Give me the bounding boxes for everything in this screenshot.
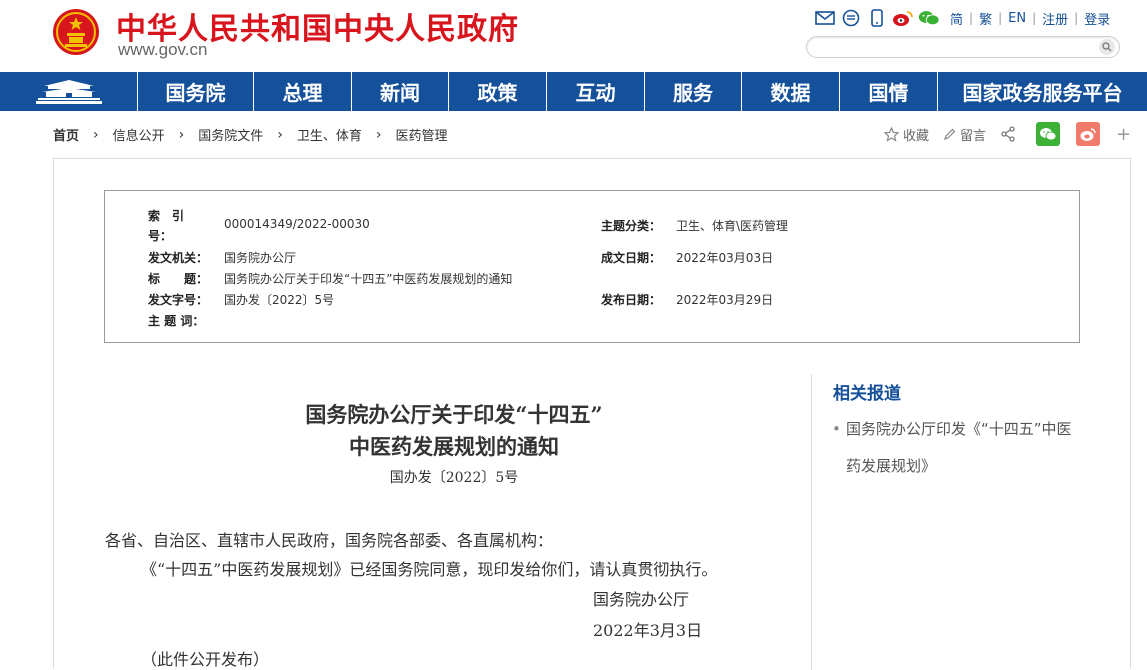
comment-label: 留言	[960, 128, 987, 144]
lang-english-link[interactable]: EN	[1002, 11, 1032, 26]
meta-subject-value: 卫生、体育\医药管理	[676, 219, 789, 233]
wechat-icon[interactable]	[918, 9, 940, 27]
article-doc-number: 国办发〔2022〕5号	[389, 470, 519, 486]
search-icon[interactable]	[1099, 39, 1115, 55]
favorite-button[interactable]: 收藏	[884, 125, 929, 144]
meta-title-label: 标 题：	[148, 272, 209, 286]
lang-traditional-link[interactable]: 繁	[973, 9, 998, 28]
main-nav: 国务院 总理 新闻 政策 互动 服务 数据 国情 国家政务服务平台	[0, 72, 1147, 111]
article-title-line1: 国务院办公厅关于印发“十四五”	[305, 402, 603, 427]
meta-issuer-label: 发文机关：	[148, 251, 209, 265]
share-wechat-icon[interactable]	[1036, 122, 1061, 146]
related-report-link[interactable]: • 国务院办公厅印发《“十四五”中医药发展规划》	[832, 411, 1072, 485]
meta-title-value: 国务院办公厅关于印发“十四五”中医药发展规划的通知	[224, 272, 513, 286]
meta-date-written-value: 2022年03月03日	[676, 251, 774, 265]
breadcrumb-health-sports[interactable]: 卫生、体育	[297, 125, 362, 144]
nav-item-state-council[interactable]: 国务院	[138, 72, 254, 111]
article-title-line2: 中医药发展规划的通知	[349, 434, 559, 459]
nav-item-interaction[interactable]: 互动	[547, 72, 645, 111]
mail-icon[interactable]	[814, 9, 836, 27]
site-header: 中华人民共和国中央人民政府 www.gov.cn 简 | 繁 | EN | 注册…	[0, 0, 1147, 72]
meta-subject-label: 主题分类：	[601, 219, 662, 233]
share-weibo-icon[interactable]	[1076, 122, 1101, 146]
meta-index-value: 000014349/2022-00030	[224, 217, 370, 231]
column-divider	[811, 374, 812, 670]
breadcrumb-info-disclosure[interactable]: 信息公开	[113, 125, 165, 144]
article-publication-note: （此件公开发布）	[141, 650, 270, 669]
chevron-right-icon: ›	[93, 126, 99, 143]
article-paragraph: 《“十四五”中医药发展规划》已经国务院同意，现印发给你们，请认真贯彻执行。	[141, 560, 718, 579]
breadcrumb-home[interactable]: 首页	[53, 125, 79, 144]
message-icon[interactable]	[840, 9, 862, 27]
nav-item-premier[interactable]: 总理	[254, 72, 352, 111]
top-links: 简 | 繁 | EN | 注册 | 登录	[814, 8, 1116, 28]
meta-index-label: 索 引	[148, 209, 185, 223]
share-icon[interactable]	[1000, 126, 1020, 142]
breadcrumb-state-council-docs[interactable]: 国务院文件	[198, 125, 263, 144]
chevron-right-icon: ›	[178, 126, 185, 143]
article-sign-date: 2022年3月3日	[593, 621, 703, 640]
meta-publish-value: 2022年03月29日	[676, 293, 774, 307]
breadcrumb: 首页 › 信息公开 › 国务院文件 › 卫生、体育 › 医药管理	[53, 125, 448, 145]
chevron-right-icon: ›	[375, 126, 382, 143]
comment-button[interactable]: 留言	[943, 125, 986, 144]
star-icon	[884, 126, 899, 142]
related-report-label: 国务院办公厅印发《“十四五”中医药发展规划》	[846, 420, 1072, 475]
search-input[interactable]	[817, 38, 1097, 58]
pencil-icon	[944, 128, 956, 140]
article-title: 国务院办公厅关于印发“十四五” 中医药发展规划的通知	[254, 399, 654, 463]
national-emblem-icon[interactable]	[52, 8, 100, 56]
article-container: 索 引 号： 000014349/2022-00030 主题分类： 卫生、体育\…	[53, 158, 1131, 670]
nav-item-news[interactable]: 新闻	[352, 72, 449, 111]
meta-docno-label: 发文字号：	[148, 293, 209, 307]
nav-item-services[interactable]: 服务	[645, 72, 742, 111]
nav-item-gov-service-platform[interactable]: 国家政务服务平台	[938, 72, 1147, 111]
tiananmen-logo-icon[interactable]	[0, 72, 138, 111]
lang-simplified-link[interactable]: 简	[944, 9, 969, 28]
register-link[interactable]: 注册	[1036, 9, 1074, 28]
site-url[interactable]: www.gov.cn	[118, 40, 207, 60]
login-link[interactable]: 登录	[1078, 9, 1116, 28]
mobile-icon[interactable]	[866, 9, 888, 27]
nav-item-policies[interactable]: 政策	[449, 72, 547, 111]
favorite-label: 收藏	[903, 128, 930, 144]
search-box	[806, 36, 1120, 58]
meta-keywords-label: 主 题 词：	[148, 314, 205, 328]
chevron-right-icon: ›	[277, 126, 283, 143]
nav-item-data[interactable]: 数据	[742, 72, 840, 111]
article-tools: 收藏 留言 +	[884, 122, 1131, 146]
meta-docno-value: 国办发〔2022〕5号	[224, 293, 335, 307]
document-metadata-table: 索 引 号： 000014349/2022-00030 主题分类： 卫生、体育\…	[104, 190, 1080, 343]
meta-index-label-line2: 号：	[148, 229, 173, 243]
meta-issuer-value: 国务院办公厅	[224, 251, 297, 265]
nav-item-national-conditions[interactable]: 国情	[840, 72, 938, 111]
related-reports-title: 相关报道	[833, 384, 901, 404]
article-salutation: 各省、自治区、直辖市人民政府，国务院各部委、各直属机构：	[105, 531, 554, 550]
breadcrumb-medicine-management[interactable]: 医药管理	[396, 125, 448, 144]
bullet-icon: •	[832, 420, 841, 438]
weibo-icon[interactable]	[892, 9, 914, 27]
meta-publish-label: 发布日期：	[601, 293, 662, 307]
article-signer: 国务院办公厅	[593, 590, 690, 609]
more-share-icon[interactable]: +	[1116, 124, 1131, 145]
meta-date-written-label: 成文日期：	[601, 251, 662, 265]
